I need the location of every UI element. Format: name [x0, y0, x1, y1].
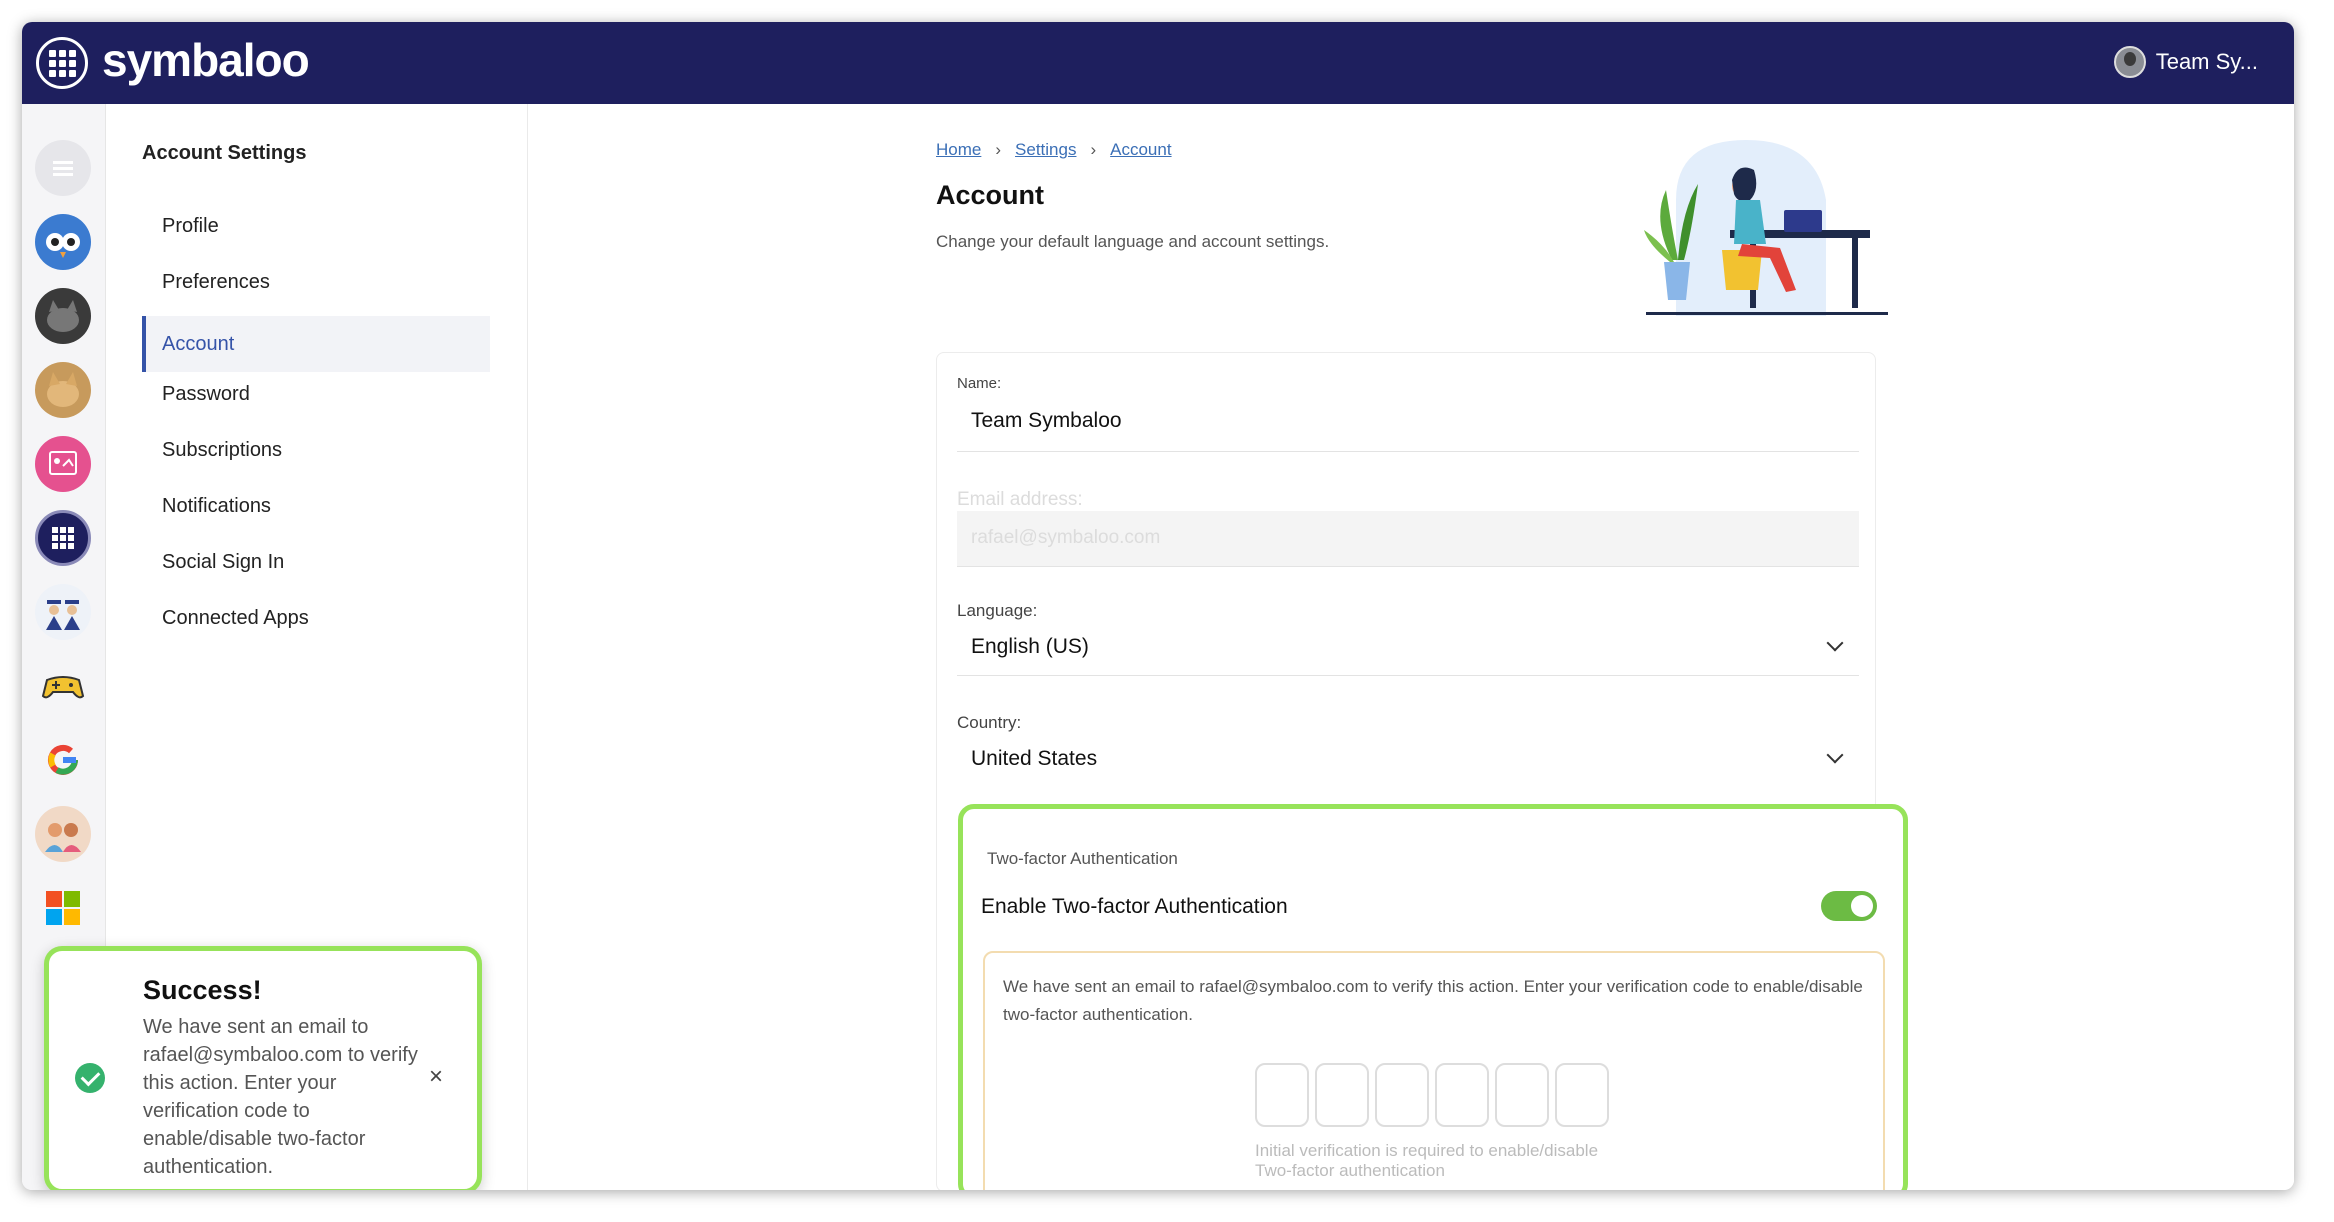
page-subtitle: Change your default language and account… [936, 232, 1330, 251]
list-icon[interactable] [35, 140, 91, 196]
breadcrumb-account[interactable]: Account [1110, 140, 1171, 160]
code-digit-input[interactable] [1435, 1063, 1489, 1127]
two-factor-enable-label: Enable Two-factor Authentication [981, 895, 1288, 918]
success-toast: Success! We have sent an email to rafael… [44, 946, 482, 1190]
toast-message: We have sent an email to rafael@symbaloo… [143, 1016, 418, 1178]
nav-item-connected-apps[interactable]: Connected Apps [142, 590, 490, 646]
user-avatar [2113, 46, 2146, 78]
success-check-icon [75, 1063, 105, 1093]
verification-code-inputs [1255, 1063, 1609, 1127]
cat-avatar[interactable] [35, 288, 91, 344]
two-factor-title: Two-factor Authentication [987, 849, 1178, 868]
kids-avatar[interactable] [35, 806, 91, 862]
name-input[interactable]: Team Symbaloo [971, 409, 1122, 433]
user-menu[interactable]: Team Sy... [2113, 46, 2258, 78]
breadcrumb-separator: › [1090, 140, 1097, 159]
nav-item-subscriptions[interactable]: Subscriptions [142, 422, 490, 478]
chevron-down-icon[interactable] [1826, 634, 1844, 652]
code-digit-input[interactable] [1495, 1063, 1549, 1127]
verification-panel: We have sent an email to rafael@symbaloo… [983, 951, 1885, 1190]
breadcrumb-settings[interactable]: Settings [1015, 140, 1076, 160]
name-label: Name: [957, 375, 1002, 392]
verification-hint: Initial verification is required to enab… [1255, 1141, 1599, 1180]
close-icon[interactable]: × [429, 1063, 443, 1091]
email-input: rafael@symbaloo.com [957, 511, 1859, 567]
country-select[interactable]: United States [971, 747, 1097, 771]
nav-item-notifications[interactable]: Notifications [142, 478, 490, 534]
settings-nav-heading: Account Settings [142, 142, 307, 164]
top-bar: symbaloo Team Sy... [22, 22, 2294, 104]
graduates-icon[interactable] [35, 584, 91, 640]
language-label: Language: [957, 601, 1038, 620]
breadcrumb-home[interactable]: Home [936, 140, 981, 160]
two-factor-toggle[interactable] [1821, 891, 1877, 921]
code-digit-input[interactable] [1255, 1063, 1309, 1127]
breadcrumb: Home › Settings › Account [936, 140, 1172, 160]
page-title: Account [936, 180, 1044, 210]
language-select[interactable]: English (US) [971, 635, 1089, 659]
divider [957, 675, 1859, 676]
nav-item-account[interactable]: Account [142, 316, 490, 372]
email-value: rafael@symbaloo.com [971, 527, 1161, 548]
nav-item-profile[interactable]: Profile [142, 198, 490, 254]
symbaloo-menu-icon[interactable] [36, 37, 88, 89]
person-at-desk-illustration [1644, 140, 1888, 316]
country-label: Country: [957, 713, 1022, 732]
owl-avatar[interactable] [35, 214, 91, 270]
verification-message: We have sent an email to rafael@symbaloo… [1003, 977, 1863, 1024]
divider [957, 451, 1859, 452]
cat2-avatar[interactable] [35, 362, 91, 418]
nav-item-preferences[interactable]: Preferences [142, 254, 490, 310]
toast-title: Success! [143, 975, 262, 1005]
code-digit-input[interactable] [1315, 1063, 1369, 1127]
windows-tiles-icon[interactable] [35, 880, 91, 936]
code-digit-input[interactable] [1375, 1063, 1429, 1127]
email-label: Email address: [957, 489, 1083, 510]
code-digit-input[interactable] [1555, 1063, 1609, 1127]
user-name: Team Sy... [2155, 49, 2258, 74]
nav-item-social-sign-in[interactable]: Social Sign In [142, 534, 490, 590]
brand-logo[interactable]: symbaloo [102, 33, 310, 87]
google-icon[interactable] [35, 732, 91, 788]
nav-item-password[interactable]: Password [142, 366, 490, 422]
two-factor-section: Two-factor Authentication Enable Two-fac… [958, 804, 1908, 1190]
app-window: symbaloo Team Sy... Account Settings Pro… [22, 22, 2294, 1190]
gamepad-icon[interactable] [35, 658, 91, 714]
symbaloo-grid-icon[interactable] [35, 510, 91, 566]
classroom-icon[interactable] [35, 436, 91, 492]
breadcrumb-separator: › [995, 140, 1002, 159]
chevron-down-icon[interactable] [1826, 746, 1844, 764]
